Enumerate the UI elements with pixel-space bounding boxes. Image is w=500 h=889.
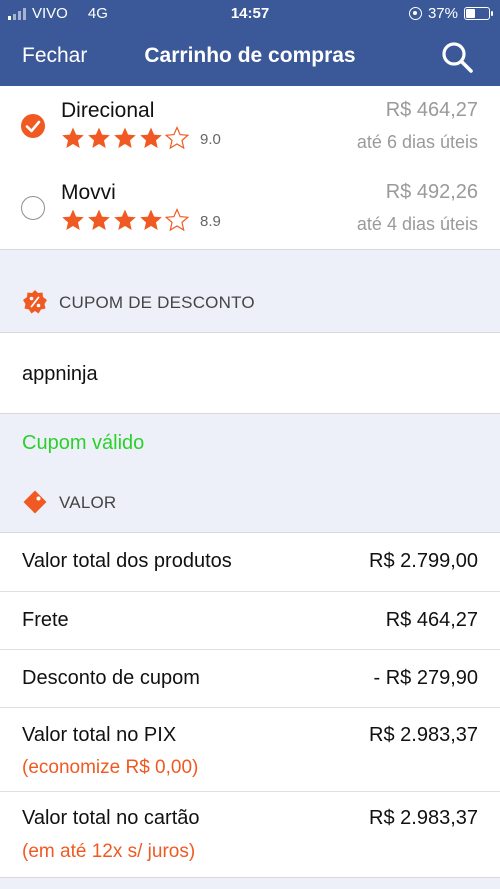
seller-option-movvi[interactable]: Movvi 8.9 R$ 492,26 até 4 dias úteis <box>0 168 500 250</box>
seller-price: R$ 464,27 <box>385 99 478 121</box>
seller-name: Direcional <box>61 99 155 122</box>
navigation-bar: Fechar Carrinho de compras <box>0 28 500 86</box>
card-installment-note: (em até 12x s/ juros) <box>22 841 196 862</box>
row-value: R$ 464,27 <box>385 609 478 631</box>
row-label: Desconto de cupom <box>22 667 200 689</box>
row-label: Valor total dos produtos <box>22 550 232 572</box>
seller-name: Movvi <box>61 181 116 204</box>
row-value: R$ 2.983,37 <box>369 724 478 746</box>
row-label: Frete <box>22 609 69 631</box>
top-bar: VIVO 4G 14:57 37% Fechar Carrinho de com… <box>0 0 500 86</box>
search-icon[interactable] <box>440 40 474 74</box>
status-bar: VIVO 4G 14:57 37% <box>0 0 500 28</box>
seller-option-direcional[interactable]: Direcional 9.0 R$ 464,27 até 6 dias útei… <box>0 86 500 168</box>
section-title: VALOR <box>59 493 117 512</box>
discount-badge-icon <box>22 289 48 315</box>
row-value: - R$ 279,90 <box>373 667 478 689</box>
coupon-input[interactable]: appninja <box>0 332 500 414</box>
coupon-discount-row: Desconto de cupom - R$ 279,90 <box>0 650 500 708</box>
delivery-time: até 6 dias úteis <box>356 132 478 152</box>
seller-rating: 9.0 <box>200 131 221 148</box>
value-section-header: VALOR <box>0 487 500 517</box>
row-value: R$ 2.983,37 <box>369 807 478 829</box>
star-rating-icon <box>61 208 193 234</box>
coupon-section-header: CUPOM DE DESCONTO <box>0 287 500 317</box>
pix-savings-note: (economize R$ 0,00) <box>22 757 199 778</box>
seller-price: R$ 492,26 <box>385 181 478 203</box>
row-label: Valor total no PIX <box>22 724 177 746</box>
delivery-time: até 4 dias úteis <box>356 214 478 234</box>
products-total-row: Valor total dos produtos R$ 2.799,00 <box>0 533 500 592</box>
radio-selected-icon[interactable] <box>21 114 45 138</box>
battery-icon <box>464 7 493 20</box>
price-tag-icon <box>22 489 48 515</box>
coupon-code[interactable]: appninja <box>22 363 98 386</box>
page-title: Carrinho de compras <box>144 44 356 67</box>
pix-total-row: Valor total no PIX R$ 2.983,37 (economiz… <box>0 708 500 792</box>
coupon-status: Cupom válido <box>22 432 145 454</box>
star-rating-icon <box>61 126 193 152</box>
value-summary: Valor total dos produtos R$ 2.799,00 Fre… <box>0 532 500 878</box>
section-title: CUPOM DE DESCONTO <box>59 293 255 312</box>
card-total-row: Valor total no cartão R$ 2.983,37 (em at… <box>0 792 500 879</box>
seller-list: Direcional 9.0 R$ 464,27 até 6 dias útei… <box>0 86 500 250</box>
row-label: Valor total no cartão <box>22 807 200 829</box>
seller-rating: 8.9 <box>200 213 221 230</box>
orientation-lock-icon <box>408 7 422 20</box>
battery-percent: 37% <box>427 5 458 22</box>
row-value: R$ 2.799,00 <box>369 550 478 572</box>
shipping-row: Frete R$ 464,27 <box>0 592 500 650</box>
radio-unselected-icon[interactable] <box>21 196 45 220</box>
